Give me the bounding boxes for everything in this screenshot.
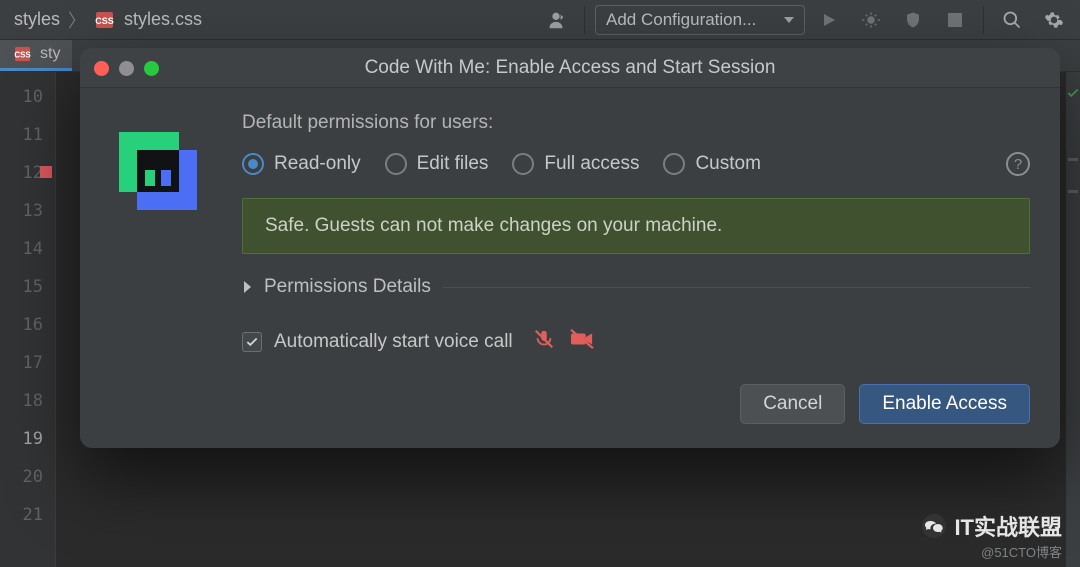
radio-edit-files[interactable]: Edit files xyxy=(385,153,489,175)
stripe-marker[interactable] xyxy=(1068,190,1078,193)
css-file-icon: CSS xyxy=(94,11,116,29)
radio-label: Custom xyxy=(695,153,760,175)
line-number[interactable]: 12 xyxy=(0,154,55,192)
line-number[interactable]: 17 xyxy=(0,344,55,382)
voice-call-checkbox[interactable] xyxy=(242,332,262,352)
minimize-icon[interactable] xyxy=(119,61,134,76)
bookmark-icon[interactable] xyxy=(40,166,52,178)
coverage-icon[interactable] xyxy=(895,2,931,38)
chevron-down-icon xyxy=(784,17,794,23)
radio-label: Edit files xyxy=(417,153,489,175)
enable-access-button[interactable]: Enable Access xyxy=(859,384,1030,424)
tab-styles-css[interactable]: CSS sty xyxy=(0,40,72,71)
breadcrumb-file[interactable]: styles.css xyxy=(124,9,202,30)
radio-label: Read-only xyxy=(274,153,361,175)
stop-icon[interactable] xyxy=(937,2,973,38)
debug-icon[interactable] xyxy=(853,2,889,38)
line-number[interactable]: 11 xyxy=(0,116,55,154)
radio-read-only[interactable]: Read-only xyxy=(242,153,361,175)
close-icon[interactable] xyxy=(94,61,109,76)
voice-call-checkbox-row: Automatically start voice call xyxy=(242,328,1030,356)
divider xyxy=(443,287,1030,288)
stripe-marker[interactable] xyxy=(1068,158,1078,161)
radio-indicator-icon xyxy=(242,153,264,175)
toolbar-separator xyxy=(983,6,984,34)
line-number[interactable]: 14 xyxy=(0,230,55,268)
radio-full-access[interactable]: Full access xyxy=(512,153,639,175)
search-icon[interactable] xyxy=(994,2,1030,38)
line-number[interactable]: 16 xyxy=(0,306,55,344)
check-icon xyxy=(1066,86,1080,100)
run-icon[interactable] xyxy=(811,2,847,38)
permissions-label: Default permissions for users: xyxy=(242,112,1030,134)
voice-call-label: Automatically start voice call xyxy=(274,331,513,353)
radio-indicator-icon xyxy=(663,153,685,175)
tab-label: sty xyxy=(40,45,60,63)
line-number[interactable]: 18 xyxy=(0,382,55,420)
line-number[interactable]: 13 xyxy=(0,192,55,230)
line-number[interactable]: 10 xyxy=(0,78,55,116)
svg-text:CSS: CSS xyxy=(14,51,31,60)
radio-custom[interactable]: Custom xyxy=(663,153,760,175)
run-config-dropdown[interactable]: Add Configuration... xyxy=(595,5,805,35)
breadcrumb: styles 〉 CSS styles.css xyxy=(0,7,202,33)
line-gutter[interactable]: 101112131415161718192021 xyxy=(0,72,56,567)
svg-text:CSS: CSS xyxy=(95,16,114,26)
gear-icon[interactable] xyxy=(1036,2,1072,38)
help-icon[interactable]: ? xyxy=(1006,152,1030,176)
caret-right-icon xyxy=(242,280,252,294)
line-number[interactable]: 15 xyxy=(0,268,55,306)
permissions-details-expander[interactable]: Permissions Details xyxy=(242,276,1030,298)
error-stripe[interactable] xyxy=(1066,72,1080,567)
radio-label: Full access xyxy=(544,153,639,175)
run-config-label: Add Configuration... xyxy=(606,10,756,30)
dialog-button-row: Cancel Enable Access xyxy=(242,384,1030,424)
radio-indicator-icon xyxy=(385,153,407,175)
details-label: Permissions Details xyxy=(264,276,431,298)
breadcrumb-root[interactable]: styles xyxy=(14,9,60,30)
line-number[interactable]: 19 xyxy=(0,420,55,458)
line-number[interactable]: 20 xyxy=(0,458,55,496)
radio-indicator-icon xyxy=(512,153,534,175)
cancel-button[interactable]: Cancel xyxy=(740,384,845,424)
window-controls xyxy=(94,61,159,76)
dialog-title: Code With Me: Enable Access and Start Se… xyxy=(80,57,1060,79)
dialog-titlebar[interactable]: Code With Me: Enable Access and Start Se… xyxy=(80,48,1060,88)
main-toolbar: styles 〉 CSS styles.css Add Configuratio… xyxy=(0,0,1080,40)
line-number[interactable]: 21 xyxy=(0,496,55,534)
cwm-dialog: Code With Me: Enable Access and Start Se… xyxy=(80,48,1060,448)
css-file-icon: CSS xyxy=(12,45,34,63)
toolbar-separator xyxy=(584,6,585,34)
zoom-icon[interactable] xyxy=(144,61,159,76)
user-icon[interactable] xyxy=(538,2,574,38)
cwm-logo-icon xyxy=(102,112,212,424)
permissions-radio-group: Read-only Edit files Full access Custom … xyxy=(242,152,1030,176)
safe-banner: Safe. Guests can not make changes on you… xyxy=(242,198,1030,254)
chevron-right-icon: 〉 xyxy=(68,7,86,33)
camera-off-icon[interactable] xyxy=(569,328,595,356)
mic-off-icon[interactable] xyxy=(533,328,555,356)
